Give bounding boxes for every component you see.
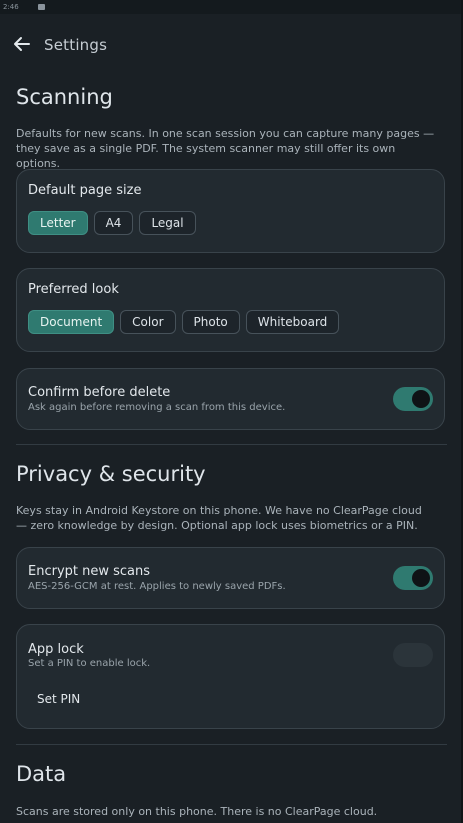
settings-screen: 2:46 Settings Scanning Defaults for new …: [0, 0, 463, 823]
arrow-back-icon: [14, 37, 30, 51]
encrypt-toggle[interactable]: [393, 566, 433, 590]
section-divider: [16, 444, 447, 445]
toggle-knob: [412, 390, 430, 408]
section-divider: [16, 744, 447, 745]
confirm-delete-card[interactable]: Confirm before delete Ask again before r…: [16, 368, 445, 430]
status-time: 2:46: [3, 3, 19, 11]
page-size-chips: Letter A4 Legal: [28, 211, 196, 235]
section-title-scanning: Scanning: [16, 85, 113, 109]
chip-a4[interactable]: A4: [93, 211, 134, 235]
top-app-bar: Settings: [0, 24, 463, 64]
page-size-card: Default page size Letter A4 Legal: [16, 169, 445, 253]
notification-icon: [38, 4, 45, 10]
encrypt-subtitle: AES-256-GCM at rest. Applies to newly sa…: [28, 581, 286, 592]
preferred-look-title: Preferred look: [28, 282, 119, 297]
page-title: Settings: [44, 36, 108, 54]
back-button[interactable]: [10, 32, 34, 56]
app-lock-toggle[interactable]: [393, 643, 433, 667]
app-lock-card: App lock Set a PIN to enable lock. Set P…: [16, 624, 445, 729]
status-bar: 2:46: [0, 0, 463, 14]
chip-photo[interactable]: Photo: [181, 310, 240, 334]
encrypt-card[interactable]: Encrypt new scans AES-256-GCM at rest. A…: [16, 547, 445, 609]
section-title-privacy: Privacy & security: [16, 462, 206, 486]
confirm-delete-toggle[interactable]: [393, 387, 433, 411]
chip-color[interactable]: Color: [120, 310, 176, 334]
app-lock-subtitle: Set a PIN to enable lock.: [28, 658, 151, 669]
section-desc-scanning: Defaults for new scans. In one scan sess…: [16, 127, 435, 170]
section-desc-privacy: Keys stay in Android Keystore on this ph…: [16, 504, 422, 532]
confirm-delete-subtitle: Ask again before removing a scan from th…: [28, 402, 286, 413]
preferred-look-card: Preferred look Document Color Photo Whit…: [16, 268, 445, 352]
chip-whiteboard[interactable]: Whiteboard: [245, 310, 340, 334]
toggle-knob: [412, 569, 430, 587]
section-title-data: Data: [16, 762, 67, 786]
chip-letter[interactable]: Letter: [28, 211, 88, 235]
confirm-delete-title: Confirm before delete: [28, 385, 171, 400]
app-lock-title: App lock: [28, 642, 84, 657]
chip-document[interactable]: Document: [28, 310, 115, 334]
section-desc-data: Scans are stored only on this phone. The…: [16, 805, 378, 818]
encrypt-title: Encrypt new scans: [28, 564, 151, 579]
set-pin-button[interactable]: Set PIN: [28, 688, 89, 710]
page-size-title: Default page size: [28, 183, 142, 198]
preferred-look-chips: Document Color Photo Whiteboard: [28, 310, 340, 334]
chip-legal[interactable]: Legal: [139, 211, 196, 235]
